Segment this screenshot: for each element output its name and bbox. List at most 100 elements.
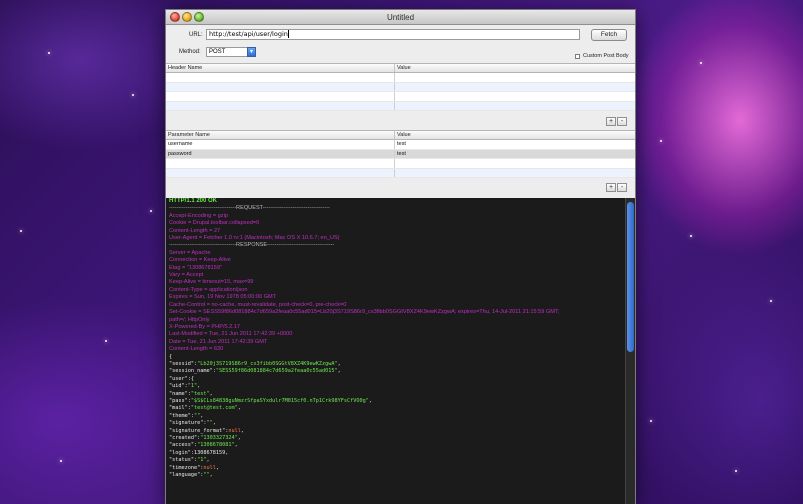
json-token: "test@test.com" (190, 405, 238, 412)
json-token: "created": (169, 435, 201, 441)
header-line: Set-Cookie = SESS59f86d081884c7d659a2fea… (169, 309, 560, 316)
header-name-cell[interactable] (166, 92, 395, 101)
header-line: Content-Length = 630 (169, 346, 224, 353)
json-token: "1" (187, 383, 198, 390)
json-line: "signature_format":null, (169, 428, 621, 435)
header-line: Etag = "1308678159" (169, 264, 222, 271)
json-token: 1308678159 (194, 449, 226, 456)
header-value-cell[interactable] (395, 102, 397, 111)
console-scrollbar[interactable] (625, 198, 635, 504)
minimize-window-icon[interactable] (182, 12, 192, 22)
console-scroll-thumb[interactable] (627, 202, 634, 352)
json-line: "timezone":null, (169, 465, 621, 472)
header-line: path=/; HttpOnly (169, 316, 210, 323)
response-console[interactable]: HTTP/1.1 200 OK ------------------------… (166, 198, 635, 504)
json-token: , (337, 368, 341, 375)
custom-post-body-checkbox[interactable] (575, 54, 580, 59)
header-line: Server = Apache (169, 249, 211, 256)
table-row[interactable] (166, 82, 635, 92)
parameter-value-cell[interactable]: test (395, 150, 406, 159)
parameter-name-cell[interactable]: password (166, 149, 395, 158)
parameter-table-head: Parameter Name Value (166, 131, 635, 140)
table-row[interactable]: password test (166, 149, 635, 159)
header-name-column[interactable]: Header Name (166, 64, 395, 72)
json-line: "uid":"1", (169, 383, 621, 390)
remove-parameter-button[interactable]: - (617, 183, 627, 192)
json-token: , (237, 405, 241, 412)
json-token: "name": (169, 390, 191, 397)
parameter-value-cell[interactable] (395, 159, 397, 168)
request-separator: ------------------------------------REQU… (169, 205, 330, 212)
table-row[interactable] (166, 73, 635, 83)
header-line: Keep-Alive = timeout=15, max=99 (169, 279, 254, 286)
header-line: User-Agent = Fetcher 1.0 rv:1 (Macintosh… (169, 235, 340, 242)
header-value-cell[interactable] (395, 92, 397, 101)
chevron-down-icon: ▼ (247, 47, 256, 57)
parameter-name-cell[interactable] (166, 159, 395, 168)
json-token: "user":{ (169, 375, 194, 382)
table-row[interactable] (166, 168, 635, 178)
app-window: Untitled URL: http://test/api/user/login… (165, 9, 636, 504)
header-table: Header Name Value (166, 63, 635, 111)
header-line: Cache-Control = no-cache, must-revalidat… (169, 301, 347, 308)
json-token: "theme": (169, 412, 194, 419)
table-row[interactable] (166, 101, 635, 111)
header-name-cell[interactable] (166, 101, 395, 110)
json-line: "session_name":"SESS59f86d081884c7d659a2… (169, 368, 621, 375)
json-token: "1308678081" (197, 442, 235, 449)
json-token: , (197, 383, 201, 390)
json-token: "signature_format": (169, 427, 229, 434)
header-value-column[interactable]: Value (395, 64, 411, 72)
parameter-value-column[interactable]: Value (395, 131, 411, 139)
json-token: "sessid": (169, 360, 198, 367)
parameter-value-cell[interactable] (395, 169, 397, 178)
method-label: Method: (179, 49, 201, 55)
table-row[interactable] (166, 159, 635, 169)
parameter-name-cell[interactable]: username (166, 140, 395, 149)
json-token: , (206, 457, 210, 464)
header-line: Last-Modified = Tue, 21 Jun 2011 17:42:3… (169, 331, 293, 338)
json-token: "Lb20j3S719S86r9_cx3fibb0SGGtV8XZ4K9ewKZ… (197, 360, 338, 367)
text-caret (287, 30, 289, 38)
json-token: "pass": (169, 397, 191, 404)
method-select[interactable]: POST ▼ (206, 47, 256, 57)
header-line: Content-Type = application/json (169, 286, 248, 293)
fetch-button[interactable]: Fetch (591, 29, 627, 41)
add-parameter-button[interactable]: + (606, 183, 616, 192)
parameter-name-cell[interactable] (166, 168, 395, 177)
json-token: , (200, 412, 204, 419)
header-line: Accept-Encoding = gzip (169, 212, 228, 219)
parameter-name-column[interactable]: Parameter Name (166, 131, 395, 139)
remove-header-button[interactable]: - (617, 117, 627, 126)
header-value-cell[interactable] (395, 83, 397, 92)
table-row[interactable] (166, 92, 635, 102)
json-token: , (209, 472, 213, 479)
json-token: "session_name": (169, 368, 216, 375)
header-name-cell[interactable] (166, 73, 395, 82)
header-table-head: Header Name Value (166, 64, 635, 73)
header-name-cell[interactable] (166, 82, 395, 91)
json-line: "status":"1", (169, 457, 621, 464)
url-input[interactable]: http://test/api/user/login (206, 29, 580, 40)
parameter-value-cell[interactable]: test (395, 140, 406, 149)
json-line: "sessid":"Lb20j3S719S86r9_cx3fibb0SGGtV8… (169, 361, 621, 368)
json-token: "login": (169, 449, 194, 456)
json-token: "status": (169, 457, 198, 464)
zoom-window-icon[interactable] (194, 12, 204, 22)
add-header-button[interactable]: + (606, 117, 616, 126)
header-value-cell[interactable] (395, 73, 397, 82)
json-token: , (337, 360, 341, 367)
json-line: "pass":"$S$CLs84838guNmzrSfpaSYxdulr7M01… (169, 398, 621, 405)
json-token: "timezone": (169, 464, 204, 471)
close-window-icon[interactable] (170, 12, 180, 22)
json-line: "created":"1303327324", (169, 435, 621, 442)
parameter-table: Parameter Name Value username test passwo… (166, 130, 635, 178)
custom-post-body-label: Custom Post Body (583, 53, 629, 59)
table-row[interactable]: username test (166, 140, 635, 150)
window-title: Untitled (386, 13, 415, 22)
json-token: , (225, 449, 229, 456)
json-token: , (240, 427, 244, 434)
json-token: null (203, 464, 216, 471)
json-token: , (215, 464, 219, 471)
header-line: Expires = Sun, 19 Nov 1978 05:00:00 GMT (169, 294, 277, 301)
